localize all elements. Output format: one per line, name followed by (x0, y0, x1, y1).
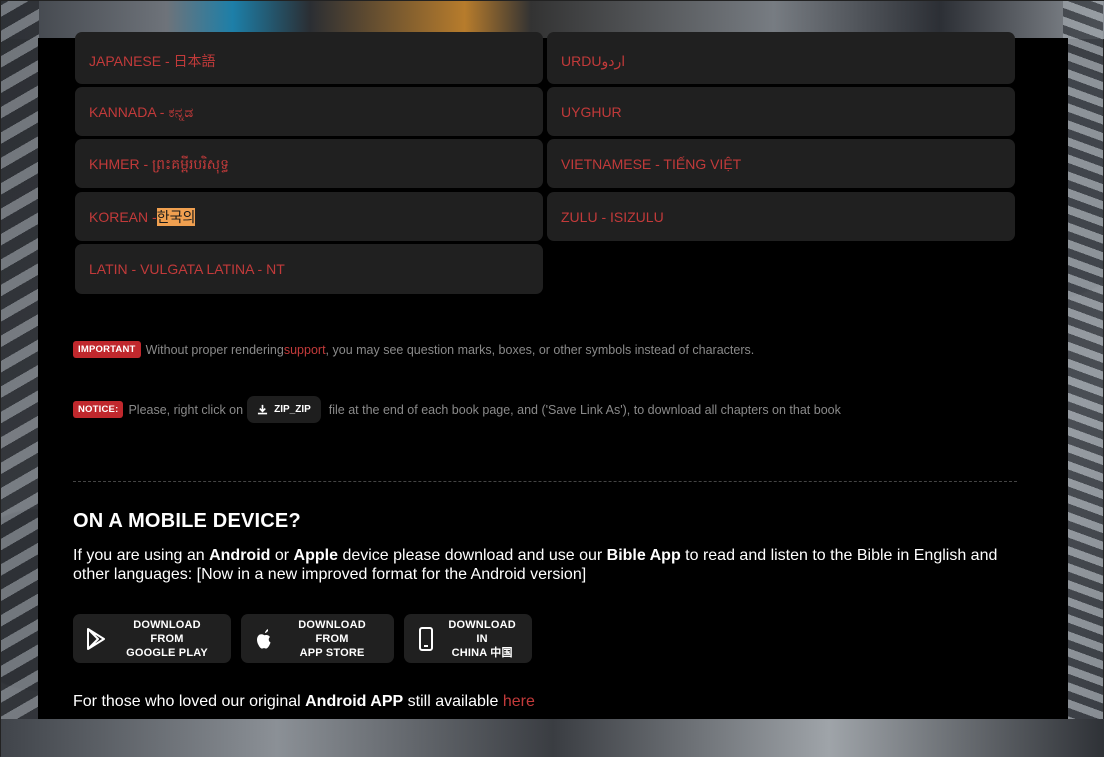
language-uyghur-link[interactable]: UYGHUR (547, 87, 1015, 136)
here-link[interactable]: here (503, 693, 535, 710)
original-app-note: For those who loved our original Android… (73, 693, 535, 711)
language-urdu-link[interactable]: URDUاردو (547, 32, 1015, 84)
language-label: KOREAN - (89, 208, 157, 225)
content-panel: JAPANESE - 日本語 KANNADA - ಕನ್ನಡ KHMER - ព… (38, 32, 1068, 719)
android-app-text: Android APP (305, 693, 404, 710)
language-label: UYGHUR (561, 103, 622, 120)
mobile-phone-icon (416, 626, 436, 651)
background-image-right (1063, 1, 1103, 757)
language-latin-link[interactable]: LATIN - VULGATA LATINA - NT (75, 244, 543, 294)
google-play-button[interactable]: DOWNLOAD FROM GOOGLE PLAY (73, 614, 231, 663)
mobile-heading: ON A MOBILE DEVICE? (73, 510, 301, 532)
important-text-before: Without proper rendering (145, 342, 284, 357)
zip-download-button[interactable]: ZIP_ZIP (247, 396, 321, 423)
store-label: DOWNLOAD IN CHINA 中国 (444, 618, 520, 660)
text: still available (403, 693, 503, 710)
notice-text-after: file at the end of each book page, and (… (328, 402, 841, 417)
text: or (270, 547, 294, 564)
text: If you are using an (73, 547, 210, 564)
language-label: JAPANESE - 日本語 (89, 53, 216, 69)
language-label: LATIN - VULGATA LATINA - NT (89, 261, 285, 277)
label-line: DOWNLOAD FROM (133, 618, 201, 645)
text: device please download and use our (338, 547, 607, 564)
language-label: URDUاردو (561, 53, 626, 69)
section-divider (73, 481, 1017, 482)
label-line: GOOGLE PLAY (126, 646, 208, 659)
language-vietnamese-link[interactable]: VIETNAMESE - TIẾNG VIỆT (547, 139, 1015, 188)
language-japanese-link[interactable]: JAPANESE - 日本語 (75, 32, 543, 84)
china-download-button[interactable]: DOWNLOAD IN CHINA 中国 (404, 614, 532, 663)
label-line: DOWNLOAD IN (448, 618, 516, 645)
background-image-left (1, 1, 39, 757)
language-zulu-link[interactable]: ZULU - ISIZULU (547, 192, 1015, 241)
store-label: DOWNLOAD FROM APP STORE (282, 618, 382, 660)
label-line: CHINA 中国 (451, 646, 513, 659)
download-icon (258, 404, 268, 415)
language-label: KANNADA - ಕನ್ನಡ (89, 103, 194, 120)
notice-note: NOTICE: Please, right click on ZIP_ZIP f… (73, 396, 841, 423)
label-line: DOWNLOAD FROM (298, 618, 366, 645)
notice-text-before: Please, right click on (128, 402, 244, 417)
mobile-description: If you are using an Android or Apple dev… (73, 546, 1013, 584)
label-line: APP STORE (299, 646, 365, 659)
language-label: VIETNAMESE - TIẾNG VIỆT (561, 155, 742, 172)
app-store-button[interactable]: DOWNLOAD FROM APP STORE (241, 614, 394, 663)
store-label: DOWNLOAD FROM GOOGLE PLAY (115, 618, 219, 660)
important-badge: IMPORTANT (73, 341, 141, 358)
language-label: KHMER - ព្រះគម្ពីរបរិសុទ្ធ (89, 155, 229, 172)
google-play-icon (85, 627, 107, 651)
background-image-bottom (1, 719, 1104, 757)
important-note: IMPORTANT Without proper rendering suppo… (73, 341, 754, 358)
important-text-after: , you may see question marks, boxes, or … (325, 342, 755, 357)
language-label: ZULU - ISIZULU (561, 208, 664, 225)
highlighted-text: 한국의 (156, 207, 196, 226)
bible-app-text: Bible App (606, 547, 681, 564)
language-khmer-link[interactable]: KHMER - ព្រះគម្ពីរបរិសុទ្ធ (75, 139, 543, 188)
support-link[interactable]: support (284, 343, 326, 357)
language-korean-link[interactable]: KOREAN - 한국의 (75, 192, 543, 241)
android-text: Android (209, 547, 271, 564)
apple-text: Apple (293, 547, 338, 564)
text: For those who loved our original (73, 693, 306, 710)
notice-badge: NOTICE: (73, 401, 124, 418)
zip-label: ZIP_ZIP (274, 404, 311, 415)
language-kannada-link[interactable]: KANNADA - ಕನ್ನಡ (75, 87, 543, 136)
apple-icon (253, 627, 274, 651)
